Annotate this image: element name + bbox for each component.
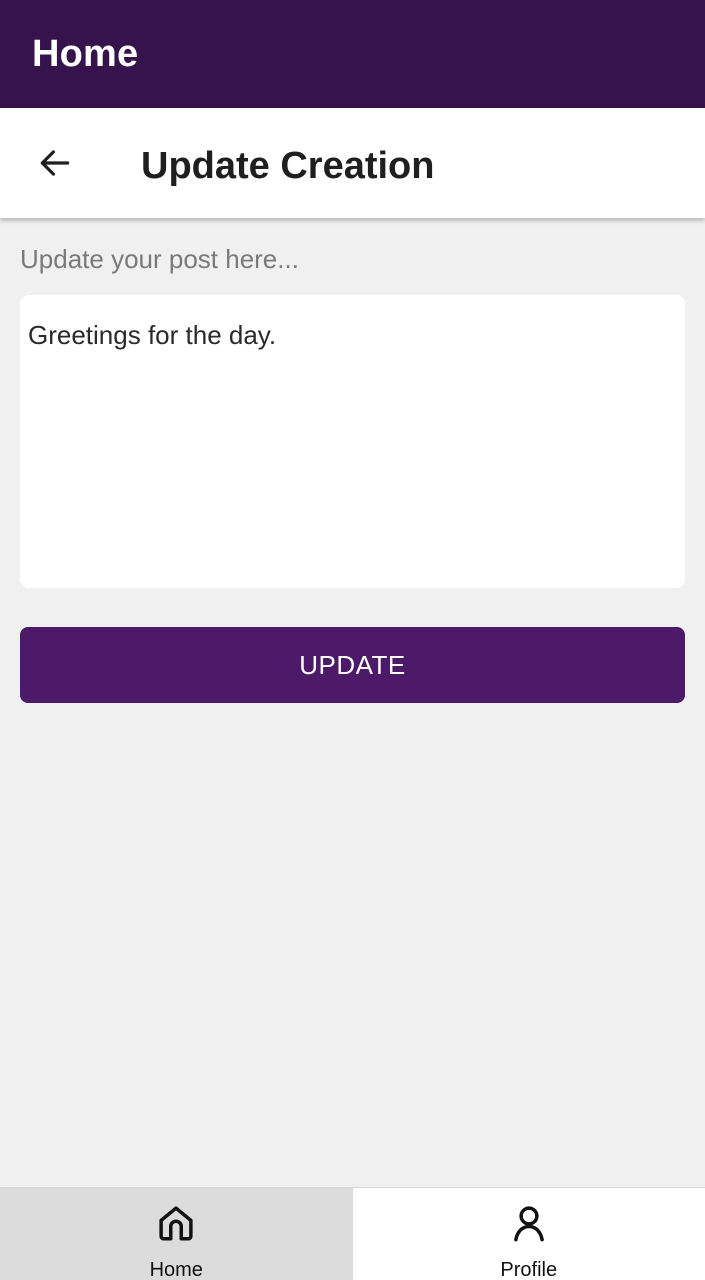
nav-item-profile[interactable]: Profile <box>352 1188 705 1280</box>
update-button[interactable]: UPDATE <box>20 627 685 703</box>
arrow-left-icon <box>40 150 70 176</box>
back-button[interactable] <box>22 135 88 191</box>
person-icon <box>513 1206 544 1242</box>
home-icon <box>159 1206 193 1241</box>
app-bar-title: Home <box>32 32 139 75</box>
post-text-box <box>20 295 685 588</box>
bottom-navigation: Home Profile <box>0 1187 705 1280</box>
post-hint-label: Update your post here... <box>20 244 299 274</box>
app-screen: Home Update Creation Update your post he… <box>0 0 705 1280</box>
app-bar: Home <box>0 0 705 108</box>
nav-label-profile: Profile <box>500 1259 558 1280</box>
update-button-label: UPDATE <box>299 649 406 680</box>
nav-label-home: Home <box>149 1259 203 1280</box>
nav-item-home[interactable]: Home <box>0 1188 353 1280</box>
page-title: Update Creation <box>141 145 435 187</box>
page-header: Update Creation <box>0 108 705 218</box>
post-text-input[interactable] <box>28 319 677 580</box>
